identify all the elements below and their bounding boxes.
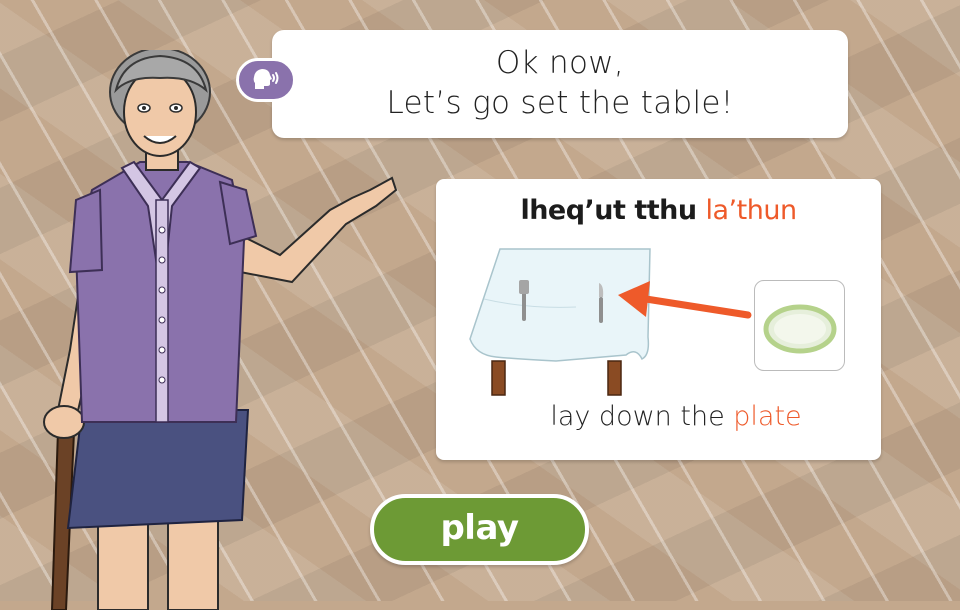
speech-line-2: Let’s go set the table!	[386, 85, 734, 121]
play-button[interactable]: play	[370, 494, 589, 565]
play-audio-button[interactable]	[236, 58, 296, 102]
knife-icon	[599, 283, 604, 323]
phrase-translation: lay down the plate	[546, 401, 806, 432]
plate-icon	[763, 304, 837, 354]
phrase-translation-prefix: lay down the	[550, 401, 734, 432]
table-leg	[607, 360, 622, 396]
speech-line-1: Ok now,	[495, 45, 625, 81]
instruction-card: lheq’ut tthu la’thun lay down the plate	[436, 179, 881, 460]
speaking-head-icon	[253, 69, 279, 89]
phrase-translation-highlight: plate	[733, 401, 802, 432]
play-button-label: play	[440, 507, 519, 548]
table-leg	[491, 360, 506, 396]
tablecloth	[469, 248, 651, 362]
speech-bubble: Ok now, Let’s go set the table!	[272, 30, 848, 138]
plate-tile[interactable]	[754, 280, 845, 371]
